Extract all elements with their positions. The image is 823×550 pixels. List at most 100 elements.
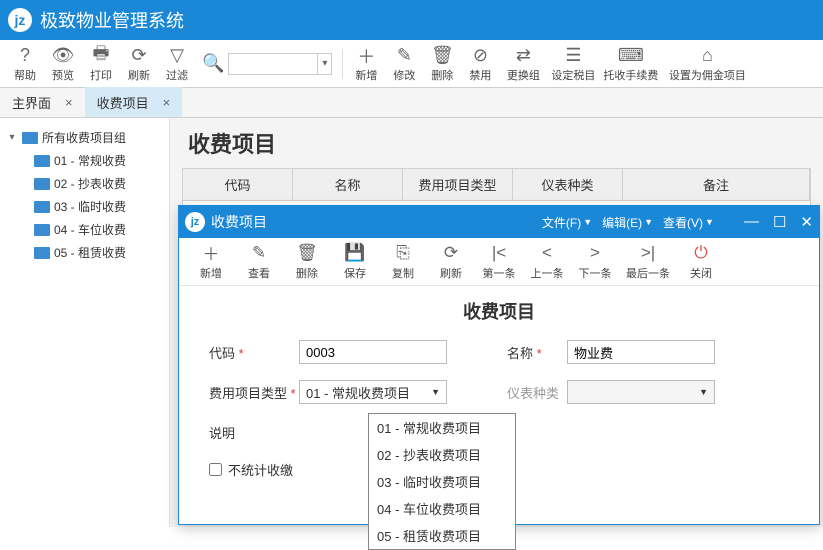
close-button[interactable]: ✕ — [800, 213, 813, 231]
type-dropdown-list: 01 - 常规收费项目 02 - 抄表收费项目 03 - 临时收费项目 04 -… — [368, 413, 516, 550]
home-icon: ⌂ — [702, 45, 713, 67]
main-toolbar: ?帮助 👁预览 🖶打印 ⟳刷新 ▽过滤 🔍 ▾ ＋新增 ✎修改 🗑删除 ⊘禁用 … — [0, 40, 823, 88]
print-button[interactable]: 🖶打印 — [82, 43, 120, 85]
meter-label: 仪表种类 — [507, 383, 567, 402]
refresh-icon: ⟳ — [444, 243, 458, 263]
dlg-next-button[interactable]: >下一条 — [571, 243, 619, 281]
no-stats-checkbox[interactable] — [209, 463, 222, 476]
dlg-view-button[interactable]: ✎查看 — [235, 243, 283, 281]
edit-button[interactable]: ✎修改 — [385, 43, 423, 85]
folder-icon — [34, 155, 50, 167]
folder-icon — [22, 132, 38, 144]
change-group-button[interactable]: ⇄更换组 — [499, 45, 547, 83]
tab-bar: 主界面× 收费项目× — [0, 88, 823, 118]
forbid-button[interactable]: ⊘禁用 — [461, 43, 499, 85]
col-code[interactable]: 代码 — [183, 169, 293, 200]
power-icon: ⏻ — [694, 243, 707, 263]
col-name[interactable]: 名称 — [293, 169, 403, 200]
tab-charge[interactable]: 收费项目× — [85, 87, 183, 117]
dropdown-option[interactable]: 04 - 车位收费项目 — [369, 495, 515, 522]
forbid-icon: ⊘ — [473, 45, 488, 67]
filter-button[interactable]: ▽过滤 — [158, 43, 196, 85]
dlg-close-button[interactable]: ⏻关闭 — [677, 243, 725, 281]
dialog-title: 收费项目 — [211, 212, 542, 232]
code-input[interactable] — [299, 340, 447, 364]
last-icon: >| — [641, 243, 655, 263]
preview-button[interactable]: 👁预览 — [44, 43, 82, 85]
dlg-prev-button[interactable]: <上一条 — [523, 243, 571, 281]
agent-fee-button[interactable]: ⌨托收手续费 — [599, 45, 662, 83]
chevron-down-icon: ▼ — [705, 217, 714, 227]
preview-icon: 👁 — [52, 45, 75, 67]
dropdown-option[interactable]: 02 - 抄表收费项目 — [369, 441, 515, 468]
search-icon: 🔍 — [202, 53, 224, 74]
folder-icon — [34, 247, 50, 259]
sidebar-tree: ▾所有收费项目组 01 - 常规收费 02 - 抄表收费 03 - 临时收费 0… — [0, 118, 170, 527]
dlg-refresh-button[interactable]: ⟳刷新 — [427, 243, 475, 281]
filter-icon: ▽ — [170, 45, 184, 67]
search-input[interactable] — [228, 53, 318, 75]
add-button[interactable]: ＋新增 — [347, 43, 385, 85]
tree-item[interactable]: 02 - 抄表收费 — [0, 172, 169, 195]
content-heading: 收费项目 — [170, 118, 823, 168]
tree-item[interactable]: 03 - 临时收费 — [0, 195, 169, 218]
type-select[interactable]: 01 - 常规收费项目▼ — [299, 380, 447, 404]
menu-edit[interactable]: 编辑(E)▼ — [602, 214, 653, 231]
search-dropdown[interactable]: ▾ — [318, 53, 332, 75]
delete-button[interactable]: 🗑删除 — [423, 43, 461, 85]
dialog-titlebar[interactable]: jz 收费项目 文件(F)▼ 编辑(E)▼ 查看(V)▼ — ☐ ✕ — [179, 206, 819, 238]
separator — [342, 49, 343, 79]
help-button[interactable]: ?帮助 — [6, 43, 44, 85]
type-label: 费用项目类型 — [209, 383, 299, 402]
tab-main[interactable]: 主界面× — [0, 87, 85, 117]
dlg-first-button[interactable]: |<第一条 — [475, 243, 523, 281]
name-input[interactable] — [567, 340, 715, 364]
refresh-button[interactable]: ⟳刷新 — [120, 43, 158, 85]
folder-icon — [34, 178, 50, 190]
delete-icon: 🗑 — [296, 243, 318, 263]
tree-item[interactable]: 01 - 常规收费 — [0, 149, 169, 172]
menu-file[interactable]: 文件(F)▼ — [542, 214, 592, 231]
menu-view[interactable]: 查看(V)▼ — [663, 214, 714, 231]
dialog-logo: jz — [185, 212, 205, 232]
help-icon: ? — [20, 45, 30, 67]
meter-select[interactable]: ▼ — [567, 380, 715, 404]
delete-icon: 🗑 — [431, 45, 454, 67]
edit-icon: ✎ — [397, 45, 412, 67]
tree-item[interactable]: 05 - 租赁收费 — [0, 241, 169, 264]
chevron-down-icon: ▼ — [583, 217, 592, 227]
dropdown-option[interactable]: 03 - 临时收费项目 — [369, 468, 515, 495]
titlebar: jz 极致物业管理系统 — [0, 0, 823, 40]
dropdown-option[interactable]: 05 - 租赁收费项目 — [369, 522, 515, 549]
maximize-button[interactable]: ☐ — [773, 213, 786, 231]
commission-button[interactable]: ⌂设置为佣金项目 — [662, 45, 752, 83]
col-remark[interactable]: 备注 — [623, 169, 810, 200]
dlg-last-button[interactable]: >|最后一条 — [619, 243, 677, 281]
dlg-delete-button[interactable]: 🗑删除 — [283, 243, 331, 281]
app-title: 极致物业管理系统 — [40, 7, 184, 33]
minimize-button[interactable]: — — [744, 213, 759, 231]
dlg-add-button[interactable]: ＋新增 — [187, 243, 235, 281]
keyboard-icon: ⌨ — [618, 45, 644, 67]
close-icon[interactable]: × — [163, 95, 171, 110]
view-icon: ✎ — [252, 243, 266, 263]
col-type[interactable]: 费用项目类型 — [403, 169, 513, 200]
dlg-copy-button[interactable]: ⎘复制 — [379, 243, 427, 281]
set-tax-button[interactable]: ☰设定税目 — [547, 45, 599, 83]
tree-root[interactable]: ▾所有收费项目组 — [0, 126, 169, 149]
change-group-icon: ⇄ — [516, 45, 531, 67]
save-icon: 💾 — [344, 243, 365, 263]
dlg-save-button[interactable]: 💾保存 — [331, 243, 379, 281]
col-meter[interactable]: 仪表种类 — [513, 169, 623, 200]
collapse-icon[interactable]: ▾ — [6, 132, 18, 143]
folder-icon — [34, 201, 50, 213]
dialog-menus: 文件(F)▼ 编辑(E)▼ 查看(V)▼ — [542, 214, 714, 231]
add-icon: ＋ — [357, 45, 375, 67]
tree-item[interactable]: 04 - 车位收费 — [0, 218, 169, 241]
dropdown-option[interactable]: 01 - 常规收费项目 — [369, 414, 515, 441]
tax-icon: ☰ — [565, 45, 581, 67]
close-icon[interactable]: × — [65, 95, 73, 110]
code-label: 代码 — [209, 343, 299, 362]
folder-icon — [34, 224, 50, 236]
app-logo: jz — [8, 8, 32, 32]
